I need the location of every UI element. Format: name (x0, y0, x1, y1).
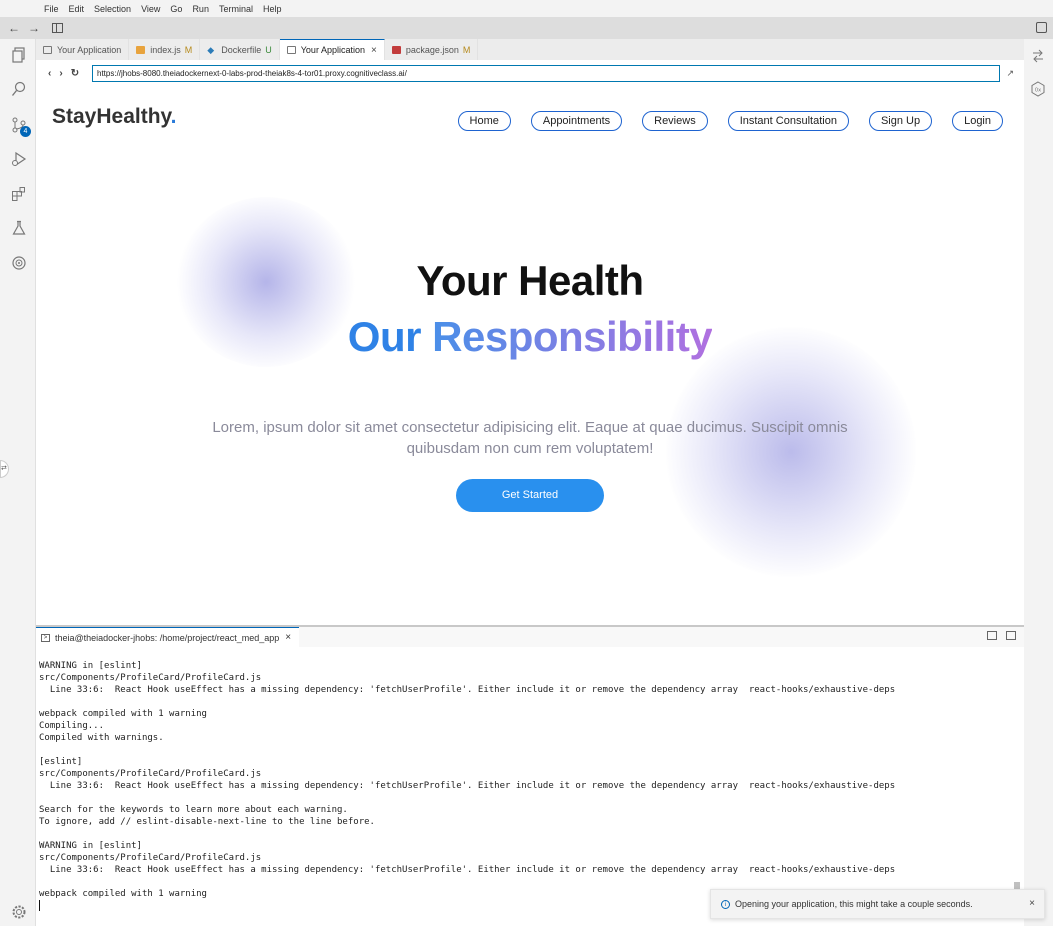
terminal-tabs: > theia@theiadocker-jhobs: /home/project… (36, 627, 1024, 647)
title-nav-bar: ← → (0, 17, 1053, 39)
terminal-cursor (39, 900, 40, 911)
site-nav: Home Appointments Reviews Instant Consul… (438, 111, 1003, 131)
notification-toast: i Opening your application, this might t… (710, 889, 1045, 919)
toggle-secondary-sidebar-icon[interactable] (1036, 22, 1047, 33)
app-preview: StayHealthy. Home Appointments Reviews I… (36, 87, 1024, 625)
terminal-text: WARNING in [eslint] src/Components/Profi… (39, 661, 896, 899)
close-terminal-icon[interactable]: × (285, 632, 291, 643)
menu-view[interactable]: View (141, 4, 160, 14)
url-input[interactable]: https://jhobs-8080.theiadockernext-0-lab… (92, 65, 1000, 82)
docker-icon: ◆ (207, 44, 215, 55)
preview-icon (43, 45, 52, 54)
info-icon: i (721, 899, 730, 909)
menu-terminal[interactable]: Terminal (219, 4, 253, 14)
preview-icon (286, 46, 296, 54)
tab-label: index.js (150, 44, 181, 55)
testing-flask-icon[interactable] (11, 220, 27, 236)
js-file-icon (136, 45, 146, 54)
scm-badge: 4 (20, 126, 31, 137)
tab-your-application-active[interactable]: Your Application × (279, 39, 385, 60)
search-icon[interactable] (11, 81, 27, 97)
extensions-icon[interactable] (11, 186, 27, 202)
menu-run[interactable]: Run (192, 4, 209, 14)
secondary-activity-bar: 0x (1024, 39, 1053, 926)
explorer-icon[interactable] (11, 47, 27, 63)
untracked-marker: U (265, 44, 272, 55)
menu-bar: File Edit Selection View Go Run Terminal… (0, 0, 1053, 17)
browser-back-icon[interactable]: ‹ (48, 68, 51, 79)
svg-text:0x: 0x (1035, 88, 1041, 94)
close-notification-icon[interactable]: × (1029, 898, 1035, 909)
modified-marker: M (184, 44, 193, 55)
split-terminal-icon[interactable] (987, 631, 998, 640)
nav-appointments-button[interactable]: Appointments (530, 111, 623, 131)
run-debug-icon[interactable] (11, 151, 27, 167)
tab-label: Your Application (57, 44, 122, 55)
activity-bar: 4 (0, 39, 36, 926)
json-file-icon (391, 45, 401, 54)
share-arrows-icon[interactable] (1030, 48, 1046, 64)
hero-headline: Your Health (416, 257, 644, 304)
menu-go[interactable]: Go (170, 4, 182, 14)
tab-dockerfile[interactable]: ◆ Dockerfile U (200, 39, 280, 60)
nav-login-button[interactable]: Login (952, 111, 1003, 131)
forward-arrow-icon[interactable]: → (28, 21, 40, 35)
terminal-icon: > (41, 633, 50, 642)
nav-home-button[interactable]: Home (457, 111, 511, 131)
close-tab-icon[interactable]: × (371, 45, 377, 56)
menu-file[interactable]: File (44, 4, 59, 14)
browser-reload-icon[interactable]: ↻ (71, 68, 79, 79)
menu-edit[interactable]: Edit (69, 4, 85, 14)
tab-index-js[interactable]: index.js M (129, 39, 201, 60)
tab-your-application[interactable]: Your Application (36, 39, 130, 60)
settings-gear-icon[interactable] (11, 904, 27, 920)
tab-package-json[interactable]: package.json M (385, 39, 479, 60)
editor-tabs: Your Application index.js M ◆ Dockerfile… (36, 39, 1024, 60)
hero-subheadline: Our Responsibility (347, 313, 713, 360)
get-started-button[interactable]: Get Started (456, 479, 604, 512)
site-logo[interactable]: StayHealthy. (52, 105, 177, 129)
nav-sign-up-button[interactable]: Sign Up (868, 111, 933, 131)
terminal-tab[interactable]: > theia@theiadocker-jhobs: /home/project… (36, 627, 300, 647)
toast-message: Opening your application, this might tak… (735, 899, 973, 909)
ox-extension-icon[interactable]: 0x (1030, 81, 1046, 97)
browser-toolbar: ‹ › ↻ https://jhobs-8080.theiadockernext… (36, 60, 1024, 87)
browser-forward-icon[interactable]: › (59, 68, 62, 79)
cloud-tools-icon[interactable] (11, 255, 27, 271)
back-arrow-icon[interactable]: ← (8, 21, 20, 35)
tab-label: Dockerfile (221, 44, 262, 55)
tab-label: Your Application (300, 45, 365, 55)
hero-description: Lorem, ipsum dolor sit amet consectetur … (212, 419, 848, 457)
terminal-tab-label: theia@theiadocker-jhobs: /home/project/r… (55, 632, 280, 643)
terminal-actions (981, 631, 1016, 643)
nav-reviews-button[interactable]: Reviews (642, 111, 708, 131)
maximize-panel-icon[interactable] (1006, 631, 1016, 640)
menu-selection[interactable]: Selection (94, 4, 131, 14)
menu-help[interactable]: Help (263, 4, 282, 14)
modified-marker: M (462, 44, 471, 55)
toggle-sidebar-icon[interactable] (52, 23, 63, 33)
open-external-icon[interactable]: ↗ (1006, 68, 1014, 79)
terminal-output[interactable]: WARNING in [eslint] src/Components/Profi… (36, 647, 1024, 926)
nav-instant-consultation-button[interactable]: Instant Consultation (727, 111, 849, 131)
tab-label: package.json (405, 44, 459, 55)
